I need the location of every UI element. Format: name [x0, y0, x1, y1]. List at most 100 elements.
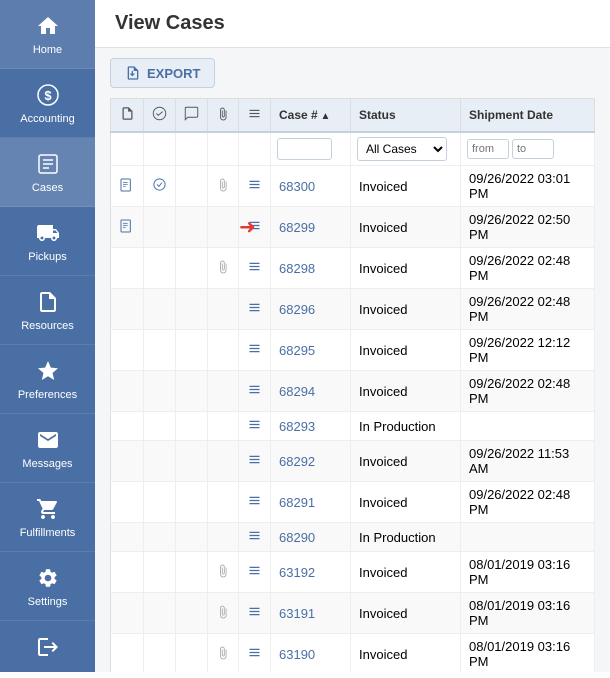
cell-check-icon	[144, 289, 176, 330]
table-row[interactable]: 68292Invoiced09/26/2022 11:53 AM	[111, 441, 595, 482]
table-row[interactable]: 63191Invoiced08/01/2019 03:16 PM	[111, 593, 595, 634]
table-row[interactable]: 68300Invoiced09/26/2022 03:01 PM	[111, 166, 595, 207]
sidebar-item-preferences[interactable]: Preferences	[0, 345, 95, 414]
cell-case-num[interactable]: 63190	[271, 634, 351, 673]
sidebar-item-messages[interactable]: Messages	[0, 414, 95, 483]
case-link[interactable]: 63190	[279, 647, 315, 662]
cell-menu-icon[interactable]	[239, 371, 271, 412]
cell-msg-icon	[176, 166, 208, 207]
paperclip-icon	[216, 605, 230, 619]
date-to-filter[interactable]	[512, 139, 554, 159]
th-menu-icon	[239, 99, 271, 133]
th-case-num[interactable]: Case #	[271, 99, 351, 133]
cell-case-num[interactable]: 68291	[271, 482, 351, 523]
sidebar-item-accounting[interactable]: $ Accounting	[0, 69, 95, 138]
table-row[interactable]: 68299➜Invoiced09/26/2022 02:50 PM	[111, 207, 595, 248]
case-link[interactable]: 68292	[279, 454, 315, 469]
hamburger-icon	[247, 177, 262, 192]
case-link[interactable]: 68300	[279, 179, 315, 194]
cell-attach-icon	[208, 412, 239, 441]
cell-msg-icon	[176, 248, 208, 289]
sidebar-item-cases[interactable]: Cases	[0, 138, 95, 207]
case-link[interactable]: 68294	[279, 384, 315, 399]
cell-case-num[interactable]: 68292	[271, 441, 351, 482]
cell-attach-icon	[208, 441, 239, 482]
status-filter[interactable]: All Cases Invoiced In Production	[357, 137, 447, 161]
messages-icon	[34, 426, 62, 454]
table-row[interactable]: 63192Invoiced08/01/2019 03:16 PM	[111, 552, 595, 593]
paperclip-icon	[216, 564, 230, 578]
table-row[interactable]: 68294Invoiced09/26/2022 02:48 PM	[111, 371, 595, 412]
cell-menu-icon[interactable]	[239, 441, 271, 482]
cell-case-num[interactable]: 68295	[271, 330, 351, 371]
table-row[interactable]: 68291Invoiced09/26/2022 02:48 PM	[111, 482, 595, 523]
cell-check-icon	[144, 371, 176, 412]
case-link[interactable]: 68298	[279, 261, 315, 276]
cell-doc-icon	[111, 523, 144, 552]
cell-case-num[interactable]: 68296	[271, 289, 351, 330]
table-row[interactable]: 68293In Production	[111, 412, 595, 441]
sidebar-item-pickups[interactable]: Pickups	[0, 207, 95, 276]
cell-case-num[interactable]: 68299➜	[271, 207, 351, 248]
cell-msg-icon	[176, 482, 208, 523]
cell-check-icon	[144, 523, 176, 552]
case-link[interactable]: 68291	[279, 495, 315, 510]
table-row[interactable]: 68296Invoiced09/26/2022 02:48 PM	[111, 289, 595, 330]
cell-case-num[interactable]: 63191	[271, 593, 351, 634]
export-button[interactable]: EXPORT	[110, 58, 215, 88]
cell-menu-icon[interactable]	[239, 552, 271, 593]
cell-menu-icon[interactable]	[239, 482, 271, 523]
table-row[interactable]: 63190Invoiced08/01/2019 03:16 PM	[111, 634, 595, 673]
cell-menu-icon[interactable]	[239, 523, 271, 552]
table-row[interactable]: 68290 In Production	[111, 523, 595, 552]
cell-case-num[interactable]: 68298	[271, 248, 351, 289]
th-doc-icon	[111, 99, 144, 133]
cell-menu-icon[interactable]	[239, 166, 271, 207]
hamburger-icon	[247, 645, 262, 660]
cell-status: In Production	[351, 523, 461, 552]
th-status[interactable]: Status	[351, 99, 461, 133]
cell-doc-icon	[111, 330, 144, 371]
th-msg-icon	[176, 99, 208, 133]
cell-menu-icon[interactable]	[239, 593, 271, 634]
case-link[interactable]: 68299	[279, 220, 315, 235]
sidebar-item-settings[interactable]: Settings	[0, 552, 95, 621]
cell-case-num[interactable]: 68294	[271, 371, 351, 412]
table-row[interactable]: 68298Invoiced09/26/2022 02:48 PM	[111, 248, 595, 289]
cell-status: Invoiced	[351, 289, 461, 330]
cell-check-icon	[144, 248, 176, 289]
th-shipment-date[interactable]: Shipment Date	[461, 99, 595, 133]
cell-menu-icon[interactable]	[239, 412, 271, 441]
hamburger-icon	[247, 493, 262, 508]
cases-table-container[interactable]: Case # Status Shipment Date All Cases In…	[95, 98, 610, 672]
cell-case-num[interactable]: 68293	[271, 412, 351, 441]
case-link[interactable]: 68295	[279, 343, 315, 358]
case-link[interactable]: 68293	[279, 419, 315, 434]
cell-menu-icon[interactable]	[239, 634, 271, 673]
case-link[interactable]: 68296	[279, 302, 315, 317]
sidebar-item-fulfillments[interactable]: Fulfillments	[0, 483, 95, 552]
cell-menu-icon[interactable]	[239, 207, 271, 248]
cell-case-num[interactable]: 68290	[271, 523, 351, 552]
cell-doc-icon	[111, 593, 144, 634]
check-circle-icon	[152, 177, 167, 192]
cell-menu-icon[interactable]	[239, 330, 271, 371]
date-from-filter[interactable]	[467, 139, 509, 159]
cell-status: Invoiced	[351, 634, 461, 673]
hamburger-icon	[247, 382, 262, 397]
case-link[interactable]: 68290	[279, 530, 315, 545]
table-row[interactable]: 68295Invoiced09/26/2022 12:12 PM	[111, 330, 595, 371]
cell-status: Invoiced	[351, 166, 461, 207]
case-link[interactable]: 63191	[279, 606, 315, 621]
hamburger-icon	[247, 563, 262, 578]
cell-case-num[interactable]: 68300	[271, 166, 351, 207]
sidebar-item-resources[interactable]: Resources	[0, 276, 95, 345]
case-link[interactable]: 63192	[279, 565, 315, 580]
sidebar-item-logout[interactable]	[0, 621, 95, 678]
cell-menu-icon[interactable]	[239, 248, 271, 289]
cell-menu-icon[interactable]	[239, 289, 271, 330]
hamburger-icon	[247, 259, 262, 274]
case-num-filter[interactable]	[277, 138, 332, 160]
cell-case-num[interactable]: 63192	[271, 552, 351, 593]
sidebar-item-home[interactable]: Home	[0, 0, 95, 69]
